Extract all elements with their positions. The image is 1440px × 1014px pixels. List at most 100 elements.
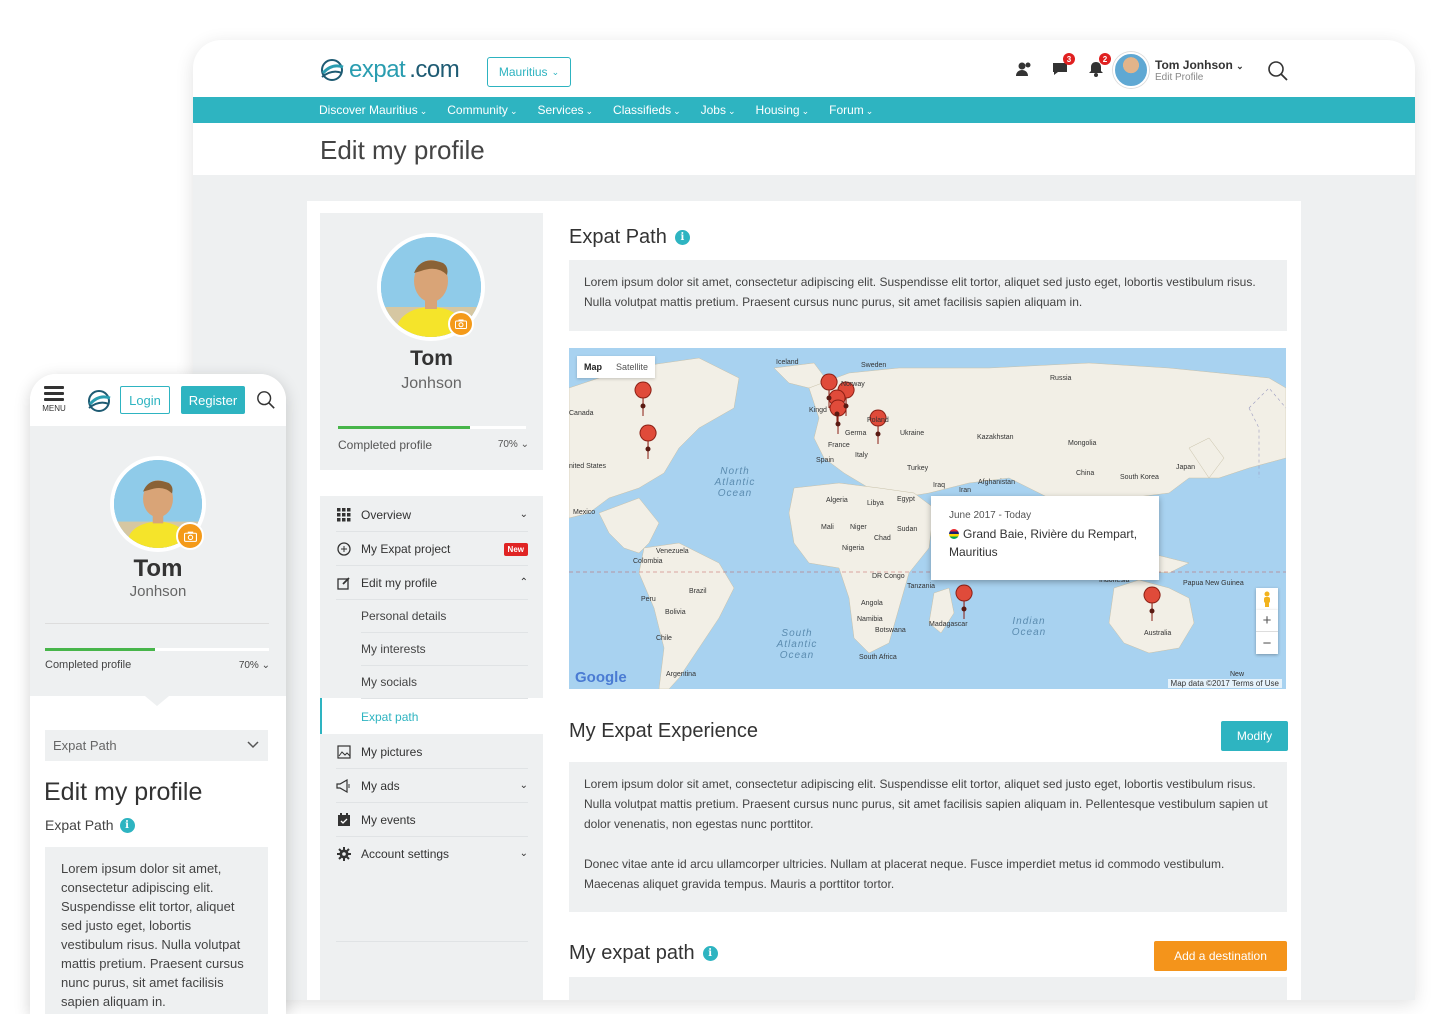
map-label: Sweden	[861, 362, 887, 369]
profile-last-name: Jonhson	[129, 583, 187, 600]
my-expat-path-heading: My expat path i	[569, 942, 718, 965]
chevron-down-icon: ⌄	[509, 106, 518, 116]
completed-profile-label: Completed profile	[338, 438, 433, 452]
mobile-logo[interactable]	[86, 388, 112, 419]
modify-button[interactable]: Modify	[1221, 721, 1288, 751]
register-button[interactable]: Register	[181, 386, 245, 414]
world-map[interactable]: Map Satellite Iceland Sweden Norway Russ…	[569, 348, 1286, 689]
expat-path-description: Lorem ipsum dolor sit amet, consectetur …	[569, 260, 1287, 331]
ocean-label: North Atlantic Ocean	[714, 466, 756, 499]
expat-path-description: Lorem ipsum dolor sit amet, consectetur …	[45, 847, 268, 1014]
map-tab-map[interactable]: Map	[577, 356, 609, 378]
completed-profile-percent[interactable]: 70% ⌄	[239, 660, 270, 671]
mauritius-flag-icon	[949, 529, 959, 539]
search-icon[interactable]	[1267, 60, 1289, 87]
submenu-my-socials[interactable]: My socials	[361, 666, 528, 699]
map-label: Tanzania	[907, 583, 936, 590]
zoom-in-button[interactable]: +	[1256, 610, 1278, 632]
menu-item-account-settings[interactable]: Account settings ⌄	[336, 837, 528, 871]
site-logo[interactable]: expat .com	[319, 56, 460, 84]
map-label: Madagascar	[929, 621, 968, 628]
info-icon[interactable]: i	[702, 946, 718, 961]
title-bar: Edit my profile	[193, 123, 1415, 175]
map-label: Brazil	[689, 588, 707, 595]
zoom-out-button[interactable]: −	[1256, 632, 1278, 654]
menu-item-ads[interactable]: My ads ⌄	[336, 769, 528, 803]
login-button[interactable]: Login	[120, 386, 170, 414]
expat-path-heading: Expat Path i	[569, 226, 690, 249]
nav-item-discover-mauritius[interactable]: Discover Mauritius ⌄	[319, 103, 427, 117]
profile-last-name: Jonhson	[401, 375, 462, 392]
map-label: Papua New Guinea	[1183, 580, 1244, 587]
notifications-badge: 2	[1099, 53, 1111, 65]
new-badge: New	[503, 543, 528, 556]
edit-profile-link[interactable]: Edit Profile	[1155, 72, 1244, 83]
menu-item-label: My events	[361, 812, 416, 827]
nav-item-housing[interactable]: Housing ⌄	[756, 103, 810, 117]
nav-item-services[interactable]: Services ⌄	[537, 103, 593, 117]
map-attribution[interactable]: Map data ©2017 Terms of Use	[1167, 679, 1282, 688]
street-view-pegman-icon[interactable]	[1256, 588, 1278, 610]
profile-progress-bar	[45, 648, 269, 651]
map-label: Japan	[1176, 464, 1196, 471]
messages-icon[interactable]: 3	[1049, 53, 1075, 80]
map-label: Chad	[874, 535, 891, 542]
page-title: Edit my profile	[320, 135, 485, 165]
submenu-my-interests[interactable]: My interests	[361, 633, 528, 666]
map-label: Australia	[1144, 630, 1172, 637]
map-label: Ukraine	[900, 430, 925, 437]
chevron-down-icon: ⌄	[865, 106, 874, 116]
friends-icon[interactable]	[1013, 58, 1035, 80]
mobile-frame: MENU Login Register Tom Jonhson Complete…	[30, 374, 286, 1014]
menu-item-label: Account settings	[361, 847, 450, 861]
info-icon[interactable]: i	[674, 230, 690, 245]
map-land	[569, 357, 1286, 689]
camera-icon[interactable]	[448, 311, 474, 337]
menu-item-expat-project[interactable]: My Expat project New	[336, 532, 528, 566]
info-icon[interactable]: i	[119, 817, 135, 833]
completed-profile-percent[interactable]: 70% ⌄	[498, 439, 529, 450]
top-header: expat.com Mauritius ⌄ 3 2 Tom Jonhson ⌄	[193, 40, 1415, 97]
menu-item-label: Overview	[361, 507, 412, 522]
section-select[interactable]: Expat Path	[45, 730, 268, 761]
messages-badge: 3	[1063, 53, 1075, 65]
nav-item-forum[interactable]: Forum ⌄	[829, 103, 873, 117]
country-select[interactable]: Mauritius ⌄	[487, 57, 571, 87]
add-destination-button[interactable]: Add a destination	[1154, 941, 1287, 971]
camera-icon[interactable]	[176, 522, 204, 550]
nav-item-classifieds[interactable]: Classifieds ⌄	[613, 103, 681, 117]
map-label: nited States	[569, 463, 606, 470]
menu-item-pictures[interactable]: My pictures	[336, 735, 528, 769]
map-info-popup: June 2017 - Today Grand Baie, Rivière du…	[931, 496, 1159, 580]
nav-item-jobs[interactable]: Jobs ⌄	[701, 103, 736, 117]
search-icon[interactable]	[256, 390, 276, 415]
notifications-bell-icon[interactable]: 2	[1085, 53, 1111, 80]
mobile-profile-card: Tom Jonhson Completed profile 70% ⌄	[30, 426, 286, 696]
gear-icon	[336, 846, 352, 862]
nav-item-label: Discover Mauritius	[319, 103, 418, 117]
map-label: Italy	[855, 452, 868, 459]
map-tab-satellite[interactable]: Satellite	[609, 356, 655, 378]
menu-divider	[336, 941, 528, 942]
menu-item-edit-profile[interactable]: Edit my profile ⌃	[336, 566, 528, 600]
submenu-expat-path[interactable]: Expat path	[361, 700, 528, 733]
profile-progress-fill	[45, 648, 155, 651]
menu-item-overview[interactable]: Overview ⌄	[336, 498, 528, 532]
main-content: Tom Jonhson Completed profile 70% ⌄ Over…	[307, 201, 1301, 1000]
user-menu[interactable]: Tom Jonhson ⌄ Edit Profile	[1113, 52, 1244, 88]
chevron-down-icon: ⌄	[585, 106, 594, 116]
popup-date: June 2017 - Today	[949, 510, 1032, 521]
profile-first-name: Tom	[410, 347, 453, 370]
map-label: Libya	[867, 500, 884, 507]
map-label: Botswana	[875, 627, 906, 634]
map-label: Nigeria	[842, 545, 865, 552]
map-label: Egypt	[897, 496, 915, 503]
chevron-down-icon: ⌄	[673, 106, 681, 116]
menu-item-events[interactable]: My events	[336, 803, 528, 837]
submenu-personal-details[interactable]: Personal details	[361, 600, 528, 633]
menu-label: MENU	[42, 404, 66, 413]
map-label: Norway	[841, 381, 865, 388]
hamburger-menu-button[interactable]: MENU	[39, 386, 69, 413]
nav-item-community[interactable]: Community ⌄	[447, 103, 517, 117]
chevron-down-icon: ⌄	[1236, 60, 1244, 71]
